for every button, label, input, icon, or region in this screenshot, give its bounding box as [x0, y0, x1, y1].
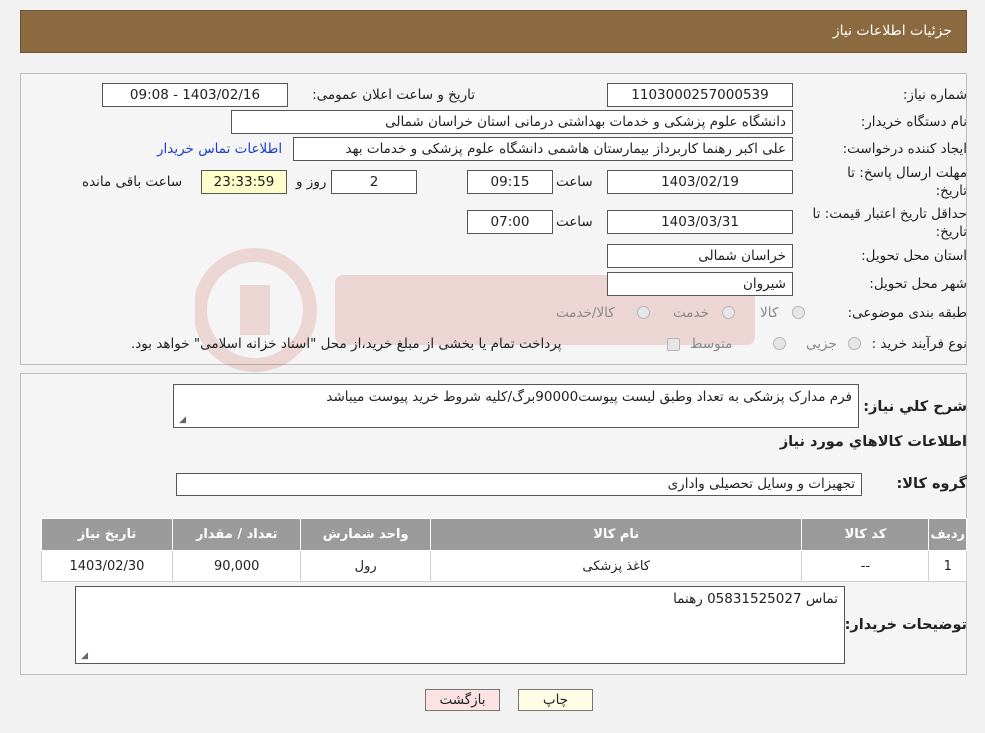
process-medium-radio[interactable] [773, 337, 786, 350]
days-remaining-field: 2 [331, 170, 417, 194]
resize-grip-icon[interactable]: ◢ [177, 416, 186, 425]
deadline-time-field: 09:15 [467, 170, 553, 194]
deadline-label-line2: تاریخ: [935, 183, 967, 199]
col-item-code: کد کالا [801, 518, 930, 551]
cell-unit: رول [300, 550, 431, 582]
validity-time-field: 07:00 [467, 210, 553, 234]
col-unit: واحد شمارش [300, 518, 431, 551]
table-row: 1 -- کاغذ پزشکی رول 90,000 1403/02/30 [41, 550, 967, 582]
general-desc-label: شرح کلي نياز: [863, 399, 967, 415]
col-quantity: تعداد / مقدار [171, 518, 302, 551]
buyer-notes-text: تماس 05831525027 رهنما [673, 591, 838, 607]
buyer-notes-label: توضیحات خریدار: [844, 617, 967, 633]
process-type-label: نوع فرآیند خرید : [871, 336, 967, 352]
validity-label-line2: تاریخ: [935, 224, 967, 240]
goods-group-label: گروه کالا: [896, 476, 967, 492]
announce-date-label: تاریخ و ساعت اعلان عمومی: [312, 87, 475, 103]
category-service-radio[interactable] [722, 306, 735, 319]
process-medium-label: متوسط [690, 336, 733, 352]
validity-date-field: 1403/03/31 [607, 210, 793, 234]
cell-need-date: 1403/02/30 [41, 550, 173, 582]
category-goods-radio[interactable] [792, 306, 805, 319]
category-goods-service-label: کالا/خدمت [556, 305, 615, 321]
deadline-time-label: ساعت [556, 174, 593, 190]
creator-label: ایجاد کننده درخواست: [842, 141, 967, 157]
buyer-org-field: دانشگاه علوم پزشکی و خدمات بهداشتی درمان… [231, 110, 793, 134]
general-desc-text: فرم مدارک پزشکی به تعداد وطبق لیست پیوست… [326, 389, 852, 405]
cell-item-name: کاغذ پزشکی [429, 550, 803, 582]
col-item-name: نام کالا [429, 518, 803, 551]
city-label: شهر محل تحویل: [869, 276, 967, 292]
category-goods-label: کالا [760, 305, 779, 321]
need-number-label: شماره نیاز: [902, 87, 967, 103]
col-row-number: رديف [928, 518, 967, 551]
cell-item-code: -- [801, 550, 930, 582]
city-field: شیروان [607, 272, 793, 296]
creator-field: علی اکبر رهنما کاربرداز بیمارستان هاشمی … [293, 137, 793, 161]
cell-quantity: 90,000 [171, 550, 302, 582]
days-label: روز و [296, 174, 327, 190]
time-remaining-field: 23:33:59 [201, 170, 287, 194]
col-need-date: تاریخ نیاز [41, 518, 173, 551]
province-label: استان محل تحویل: [861, 248, 967, 264]
need-number-field: 1103000257000539 [607, 83, 793, 107]
validity-time-label: ساعت [556, 214, 593, 230]
deadline-label-line1: مهلت ارسال پاسخ: تا [847, 165, 967, 181]
time-remaining-label: ساعت باقی مانده [82, 174, 183, 190]
goods-info-title: اطلاعات کالاهاي مورد نياز [779, 434, 967, 450]
buyer-org-label: نام دستگاه خریدار: [860, 114, 967, 130]
goods-table-header: رديف کد کالا نام کالا واحد شمارش تعداد /… [41, 518, 967, 551]
process-note: پرداخت تمام یا بخشی از مبلغ خرید،از محل … [131, 336, 562, 352]
goods-table: رديف کد کالا نام کالا واحد شمارش تعداد /… [41, 518, 967, 582]
resize-grip-icon[interactable]: ◢ [79, 652, 88, 661]
page-title: جزئیات اطلاعات نیاز [832, 23, 952, 39]
buyer-contact-link[interactable]: اطلاعات تماس خریدار [157, 141, 282, 157]
buyer-notes-textarea[interactable]: تماس 05831525027 رهنما ◢ [75, 586, 845, 664]
category-label: طبقه بندی موضوعی: [847, 305, 967, 321]
deadline-date-field: 1403/02/19 [607, 170, 793, 194]
print-button[interactable]: چاپ [518, 689, 593, 711]
page-header: جزئیات اطلاعات نیاز [20, 10, 967, 53]
back-button[interactable]: بازگشت [425, 689, 500, 711]
cell-row-number: 1 [928, 550, 967, 582]
announce-date-field: 1403/02/16 - 09:08 [102, 83, 288, 107]
category-goods-service-radio[interactable] [637, 306, 650, 319]
province-field: خراسان شمالی [607, 244, 793, 268]
process-minor-label: جزیی [806, 336, 837, 352]
goods-group-field: تجهیزات و وسایل تحصیلی واداری [176, 473, 862, 496]
category-service-label: خدمت [673, 305, 709, 321]
process-minor-radio[interactable] [848, 337, 861, 350]
treasury-payment-checkbox[interactable] [667, 338, 680, 351]
general-desc-textarea[interactable]: فرم مدارک پزشکی به تعداد وطبق لیست پیوست… [173, 384, 859, 428]
validity-label-line1: حداقل تاریخ اعتبار قیمت: تا [812, 206, 967, 222]
